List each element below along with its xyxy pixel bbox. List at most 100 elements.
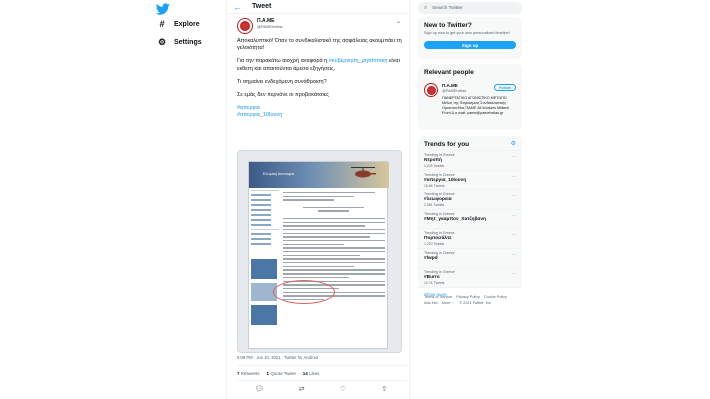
trend-name: Πορτοσάλτε xyxy=(424,236,452,241)
hashtag-link[interactable]: #απεργια xyxy=(237,105,405,112)
trend-context: Trending in Greece xyxy=(424,270,455,274)
hashtag-link[interactable]: #κυβέρνηση_μητσοτακη xyxy=(329,58,388,64)
tweet-author[interactable]: Π.Α.ΜΕ @PAMEhellas xyxy=(237,18,283,34)
trend-context: Trending in Greece xyxy=(424,153,455,157)
likes-label: Likes xyxy=(309,371,320,376)
likes-count: 14 xyxy=(302,371,308,376)
like-icon[interactable]: ♡ xyxy=(340,385,346,393)
avatar[interactable] xyxy=(424,83,438,97)
relevant-people-title: Relevant people xyxy=(424,69,474,76)
document-banner: Ελληνική Αστυνομία xyxy=(249,162,389,188)
follow-button[interactable]: Follow xyxy=(494,84,516,91)
trend-count: 12.7K Tweets xyxy=(424,281,445,285)
back-arrow-icon[interactable]: ← xyxy=(233,2,242,12)
document-banner-title: Ελληνική Αστυνομία xyxy=(263,172,295,176)
quote-tweets-stat[interactable]: 1 Quote Tweet xyxy=(267,371,296,376)
trend-name: #lwpd xyxy=(424,255,438,261)
more-options-icon[interactable]: ··· xyxy=(512,213,516,218)
footer-link[interactable]: Cookie Policy xyxy=(484,295,507,299)
relevant-person-bio: ΠΑΝΕΡΓΑΤΙΚΟ ΑΓΩΝΙΣΤΙΚΟ ΜΕΤΩΠΟ Μέλος της … xyxy=(442,96,509,115)
tweet-paragraph: Για την παρακάτω αισχρή αναφορά η #κυβέρ… xyxy=(237,58,405,72)
tweet-timestamp[interactable]: 5:08 PM · Jun 10, 2021 · Twitter for And… xyxy=(237,355,318,360)
hashtag-icon: # xyxy=(159,19,165,29)
search-input[interactable]: ⌕ Search Twitter xyxy=(418,2,522,14)
trend-name: Ντροπή xyxy=(424,158,442,163)
signup-button[interactable]: Sign up xyxy=(424,41,516,49)
tweet-paragraph: Σε εμάς δεν περνάνε οι προβοκάτσιες xyxy=(237,92,329,99)
gear-icon: ⚙ xyxy=(157,36,167,47)
tweet-media-image[interactable]: Ελληνική Αστυνομία xyxy=(237,150,402,353)
more-options-icon[interactable]: ··· xyxy=(512,232,516,237)
search-icon: ⌕ xyxy=(424,4,428,11)
trend-item[interactable]: Trending in Greece Ντροπή 1,249 Tweets ··· xyxy=(418,150,522,170)
more-options-icon[interactable]: ··· xyxy=(512,154,516,159)
trend-item[interactable]: Trending in Greece #λεωφορεια 2,081 Tweets… xyxy=(418,189,522,209)
author-handle[interactable]: @PAMEhellas xyxy=(257,24,283,30)
tweet-stats: 7 Retweets 1 Quote Tweet 14 Likes xyxy=(237,371,320,376)
tweet-actions: 💬︎ ⇄ ♡ ⇪ xyxy=(237,385,405,393)
document-sidebar xyxy=(251,190,279,348)
trend-context: Trending in Greece xyxy=(424,192,455,196)
red-annotation-circle xyxy=(273,280,335,304)
search-placeholder: Search Twitter xyxy=(432,5,463,11)
footer-link[interactable]: More ··· xyxy=(442,301,456,305)
hashtag-link[interactable]: #απεργια_10Ιουνη xyxy=(237,112,405,119)
trend-item[interactable]: Trending in Greece #Μητ_γκαμπον_Χατζηβανη… xyxy=(418,208,522,229)
tweet-paragraph: Τι σημαίνει ενδεχόμενη συνάθροιση? xyxy=(237,78,327,85)
trend-count: 1,249 Tweets xyxy=(424,164,445,168)
trend-name: #Μητ_γκαμπον_Χατζηβανη xyxy=(424,216,486,222)
trend-item[interactable]: Trending in Greece #Burro 12.7K Tweets ··· xyxy=(418,267,522,287)
more-options-icon[interactable]: ⌄ xyxy=(396,18,401,25)
trend-context: Trending in Greece xyxy=(424,211,455,216)
more-options-icon[interactable]: ··· xyxy=(512,252,516,257)
more-options-icon[interactable]: ··· xyxy=(512,193,516,198)
avatar[interactable] xyxy=(237,18,253,34)
helicopter-icon xyxy=(351,167,376,178)
footer-line: Ads info More ··· © 2021 Twitter, Inc. xyxy=(424,301,524,307)
gear-icon[interactable]: ⚙ xyxy=(511,140,516,147)
nav-explore[interactable]: # Explore xyxy=(156,16,200,32)
trend-item[interactable]: Trending in Greece Πορτοσάλτε 1,220 Tweets… xyxy=(418,228,522,248)
new-to-twitter-subtitle: Sign up now to get your own personalized… xyxy=(424,31,510,35)
relevant-person-name[interactable]: Π.Α.ΜΕ xyxy=(442,83,458,88)
footer-link[interactable]: Ads info xyxy=(424,301,438,305)
retweets-stat[interactable]: 7 Retweets xyxy=(237,371,260,376)
trend-name: #Burro xyxy=(424,275,440,280)
quote-tweets-label: Quote Tweet xyxy=(270,371,296,376)
document-screenshot: Ελληνική Αστυνομία xyxy=(248,161,389,349)
retweets-label: Retweets xyxy=(240,371,260,376)
trend-item[interactable]: Trending in Greece #lwpd ··· xyxy=(418,247,522,268)
likes-stat[interactable]: 14 Likes xyxy=(303,371,320,376)
quote-tweets-count: 1 xyxy=(266,371,270,376)
reply-icon[interactable]: 💬︎ xyxy=(255,385,264,393)
retweet-icon[interactable]: ⇄ xyxy=(299,385,305,393)
more-options-icon[interactable]: ··· xyxy=(512,174,516,179)
trend-context: Trending in Greece xyxy=(424,172,455,177)
trend-item[interactable]: Trending in Greece #απεργια_10Ιουνη 16.6K … xyxy=(418,169,522,190)
trend-name: #λεωφορεια xyxy=(424,197,452,202)
nav-settings[interactable]: ⚙ Settings xyxy=(156,34,202,50)
tweet-text-span: Για την παρακάτω αισχρή αναφορά η xyxy=(237,58,329,65)
twitter-bird-icon[interactable] xyxy=(155,2,170,16)
relevant-person-handle[interactable]: @PAMEhellas xyxy=(442,89,466,93)
footer-link[interactable]: Terms of Service xyxy=(424,295,452,299)
more-options-icon[interactable]: ··· xyxy=(512,271,516,276)
tweet-paragraph: Αποκαλυπτικό! Όταν το συνδικαλιστικό της… xyxy=(237,38,402,52)
relevant-people-card: Relevant people Π.Α.ΜΕ @PAMEhellas Follo… xyxy=(418,64,522,130)
trend-context: Trending in Greece xyxy=(424,231,455,235)
footer-link[interactable]: Privacy Policy xyxy=(456,295,480,299)
trends-card: Trends for you ⚙ Trending in Greece Ντροπ… xyxy=(418,136,522,297)
nav-settings-label: Settings xyxy=(174,38,202,46)
retweets-count: 7 xyxy=(237,371,240,376)
trend-name: #απεργια_10Ιουνη xyxy=(424,177,467,183)
new-to-twitter-card: New to Twitter? Sign up now to get your … xyxy=(418,17,522,59)
trend-count: 2,081 Tweets xyxy=(424,203,445,207)
footer: Terms of Service Privacy Policy Cookie Pol… xyxy=(424,295,524,306)
share-icon[interactable]: ⇪ xyxy=(381,385,387,393)
nav-explore-label: Explore xyxy=(174,20,200,28)
new-to-twitter-title: New to Twitter? xyxy=(424,22,472,29)
trend-context: Trending in Greece xyxy=(424,250,455,255)
page-title: Tweet xyxy=(252,3,272,10)
footer-link[interactable]: © 2021 Twitter, Inc. xyxy=(459,301,492,305)
trend-count: 1,220 Tweets xyxy=(424,242,445,246)
